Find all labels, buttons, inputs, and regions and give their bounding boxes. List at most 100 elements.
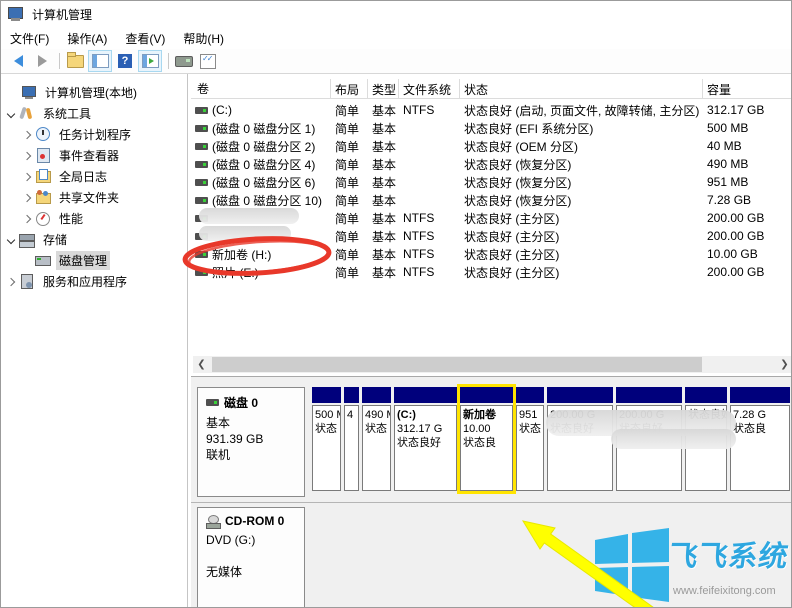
chevron-down-icon[interactable] <box>3 235 19 244</box>
partition-block[interactable]: 200.00 G 状态良好 <box>547 387 613 491</box>
scroll-left-button[interactable]: ❮ <box>193 356 210 373</box>
action-pane-toggle-button[interactable] <box>138 50 162 72</box>
tree-item-event-viewer[interactable]: 事件查看器 <box>1 145 187 166</box>
column-header-filesystem[interactable]: 文件系统 <box>399 79 460 99</box>
cell-text: 基本 <box>372 103 397 118</box>
tree-item-task-scheduler[interactable]: 任务计划程序 <box>1 124 187 145</box>
volume-cell: 简单 <box>331 102 368 119</box>
volume-cell: 基本 <box>368 246 399 263</box>
volume-cell: 简单 <box>331 156 368 173</box>
partition-color-bar <box>685 387 727 403</box>
partition-text: 951 <box>519 409 538 421</box>
volume-cell: 7.28 GB <box>703 193 791 207</box>
cell-text: 状态良好 (恢复分区) <box>464 175 572 190</box>
cell-text: 基本 <box>372 211 397 226</box>
scrollbar-thumb[interactable] <box>212 357 702 372</box>
cell-text: 状态良好 (启动, 页面文件, 故障转储, 主分区) <box>464 103 700 118</box>
chevron-right-icon[interactable] <box>19 172 35 181</box>
chevron-right-icon[interactable] <box>19 214 35 223</box>
horizontal-scrollbar[interactable]: ❮ ❯ <box>193 356 791 373</box>
volume-row[interactable]: (磁盘 0 磁盘分区 4) 简单 基本 状态良好 (恢复分区) 490 MB <box>191 155 791 173</box>
volume-icon <box>195 250 208 258</box>
partition-block[interactable]: (C:) 312.17 G 状态良好 <box>394 387 457 491</box>
up-folder-button[interactable] <box>64 51 86 71</box>
partition-color-bar <box>730 387 790 403</box>
partition-label: 200.00 G 状态良好 <box>616 405 682 491</box>
tree-item-global-logs[interactable]: 全局日志 <box>1 166 187 187</box>
volume-row[interactable]: 新加卷 (H:) 简单 基本 NTFS 状态良好 (主分区) 10.00 GB <box>191 245 791 263</box>
volume-cell: 951 MB <box>703 175 791 189</box>
disk-status: 联机 <box>206 448 231 462</box>
chevron-right-icon[interactable] <box>19 193 35 202</box>
tree-label: 服务和应用程序 <box>43 275 128 289</box>
cell-text: 简单 <box>335 139 360 154</box>
partition-block[interactable]: 490 M 状态 <box>362 387 391 491</box>
forward-button[interactable] <box>31 51 53 71</box>
volume-row[interactable]: (C:) 简单 基本 NTFS 状态良好 (启动, 页面文件, 故障转储, 主分区) 31… <box>191 101 791 119</box>
help-button[interactable]: ? <box>114 51 136 71</box>
volume-cell: 照片 (E:) <box>191 264 331 281</box>
tree-item-shared-folders[interactable]: 共享文件夹 <box>1 187 187 208</box>
volume-icon <box>195 232 208 240</box>
volume-cell: 状态良好 (主分区) <box>460 210 703 227</box>
partition-color-bar <box>394 387 457 403</box>
column-header-type[interactable]: 类型 <box>368 79 399 99</box>
scroll-right-button[interactable]: ❯ <box>776 356 791 373</box>
back-button[interactable] <box>7 51 29 71</box>
chevron-right-icon[interactable] <box>19 130 35 139</box>
volume-row[interactable]: (磁盘 0 磁盘分区 1) 简单 基本 状态良好 (EFI 系统分区) 500 MB <box>191 119 791 137</box>
tree-item-computer-management[interactable]: 计算机管理(本地) <box>1 82 187 103</box>
volume-icon <box>195 178 208 186</box>
volume-row[interactable]: 简单 基本 NTFS 状态良好 (主分区) 200.00 GB <box>191 227 791 245</box>
column-header-status[interactable]: 状态 <box>460 79 703 99</box>
partition-block[interactable]: 500 M 状态 <box>312 387 341 491</box>
volume-row[interactable]: 照片 (E:) 简单 基本 NTFS 状态良好 (主分区) 200.00 GB <box>191 263 791 281</box>
cell-text: 简单 <box>335 229 360 244</box>
partition-text: 状态良 <box>463 437 496 449</box>
tree-item-system-tools[interactable]: 系统工具 <box>1 103 187 124</box>
chevron-right-icon[interactable] <box>3 277 19 286</box>
action-pane-icon <box>141 54 159 68</box>
tree-item-disk-management[interactable]: 磁盘管理 <box>1 250 187 271</box>
device-manager-button[interactable] <box>173 51 195 71</box>
partition-block[interactable]: 状态良好 <box>685 387 727 491</box>
volume-row[interactable]: (磁盘 0 磁盘分区 2) 简单 基本 状态良好 (OEM 分区) 40 MB <box>191 137 791 155</box>
menu-file[interactable]: 文件(F) <box>1 27 58 50</box>
disk-type: 基本 <box>206 416 231 430</box>
cd-icon <box>206 515 221 529</box>
partition-label: 490 M 状态 <box>362 405 391 491</box>
partition-block-selected[interactable]: 新加卷 10.00 状态良 <box>457 384 516 494</box>
menu-view[interactable]: 查看(V) <box>116 27 174 50</box>
toolbar-separator <box>59 53 60 69</box>
console-tree-toggle-button[interactable] <box>88 50 112 72</box>
menu-action[interactable]: 操作(A) <box>58 27 116 50</box>
volume-cell: 基本 <box>368 174 399 191</box>
cdrom-0-info-box[interactable]: CD-ROM 0 DVD (G:) 无媒体 <box>197 507 305 607</box>
tree-item-services-applications[interactable]: 服务和应用程序 <box>1 271 187 292</box>
partition-block[interactable]: 4 <box>344 387 359 491</box>
menu-help[interactable]: 帮助(H) <box>174 27 233 50</box>
chevron-down-icon[interactable] <box>3 109 19 118</box>
partition-block[interactable]: 7.28 G 状态良 <box>730 387 790 491</box>
column-header-capacity[interactable]: 容量 <box>703 79 791 99</box>
column-header-volume[interactable]: 卷 <box>191 79 331 99</box>
partition-block[interactable]: 200.00 G 状态良好 <box>616 387 682 491</box>
volume-cell: NTFS <box>399 211 460 225</box>
partition-strip: 500 M 状态 4 490 M 状态 (C:) 312.17 G 状态良好 新加卷 10.00 状… <box>312 384 791 497</box>
volume-cell: 状态良好 (OEM 分区) <box>460 138 703 155</box>
tree-item-storage[interactable]: 存储 <box>1 229 187 250</box>
column-header-layout[interactable]: 布局 <box>331 79 368 99</box>
cell-text: NTFS <box>403 247 435 261</box>
tree-item-performance[interactable]: 性能 <box>1 208 187 229</box>
tasks-button[interactable] <box>197 51 219 71</box>
volume-row[interactable]: (磁盘 0 磁盘分区 10) 简单 基本 状态良好 (恢复分区) 7.28 GB <box>191 191 791 209</box>
partition-text: 状态 <box>315 423 337 435</box>
cell-text: 简单 <box>335 157 360 172</box>
chevron-right-icon[interactable] <box>19 151 35 160</box>
back-arrow-icon <box>13 55 23 67</box>
partition-block[interactable]: 951 状态 <box>516 387 544 491</box>
clock-icon <box>35 127 52 142</box>
disk-0-info-box[interactable]: 磁盘 0 基本 931.39 GB 联机 <box>197 387 305 497</box>
volume-row[interactable]: (磁盘 0 磁盘分区 6) 简单 基本 状态良好 (恢复分区) 951 MB <box>191 173 791 191</box>
volume-row[interactable]: 简单 基本 NTFS 状态良好 (主分区) 200.00 GB <box>191 209 791 227</box>
